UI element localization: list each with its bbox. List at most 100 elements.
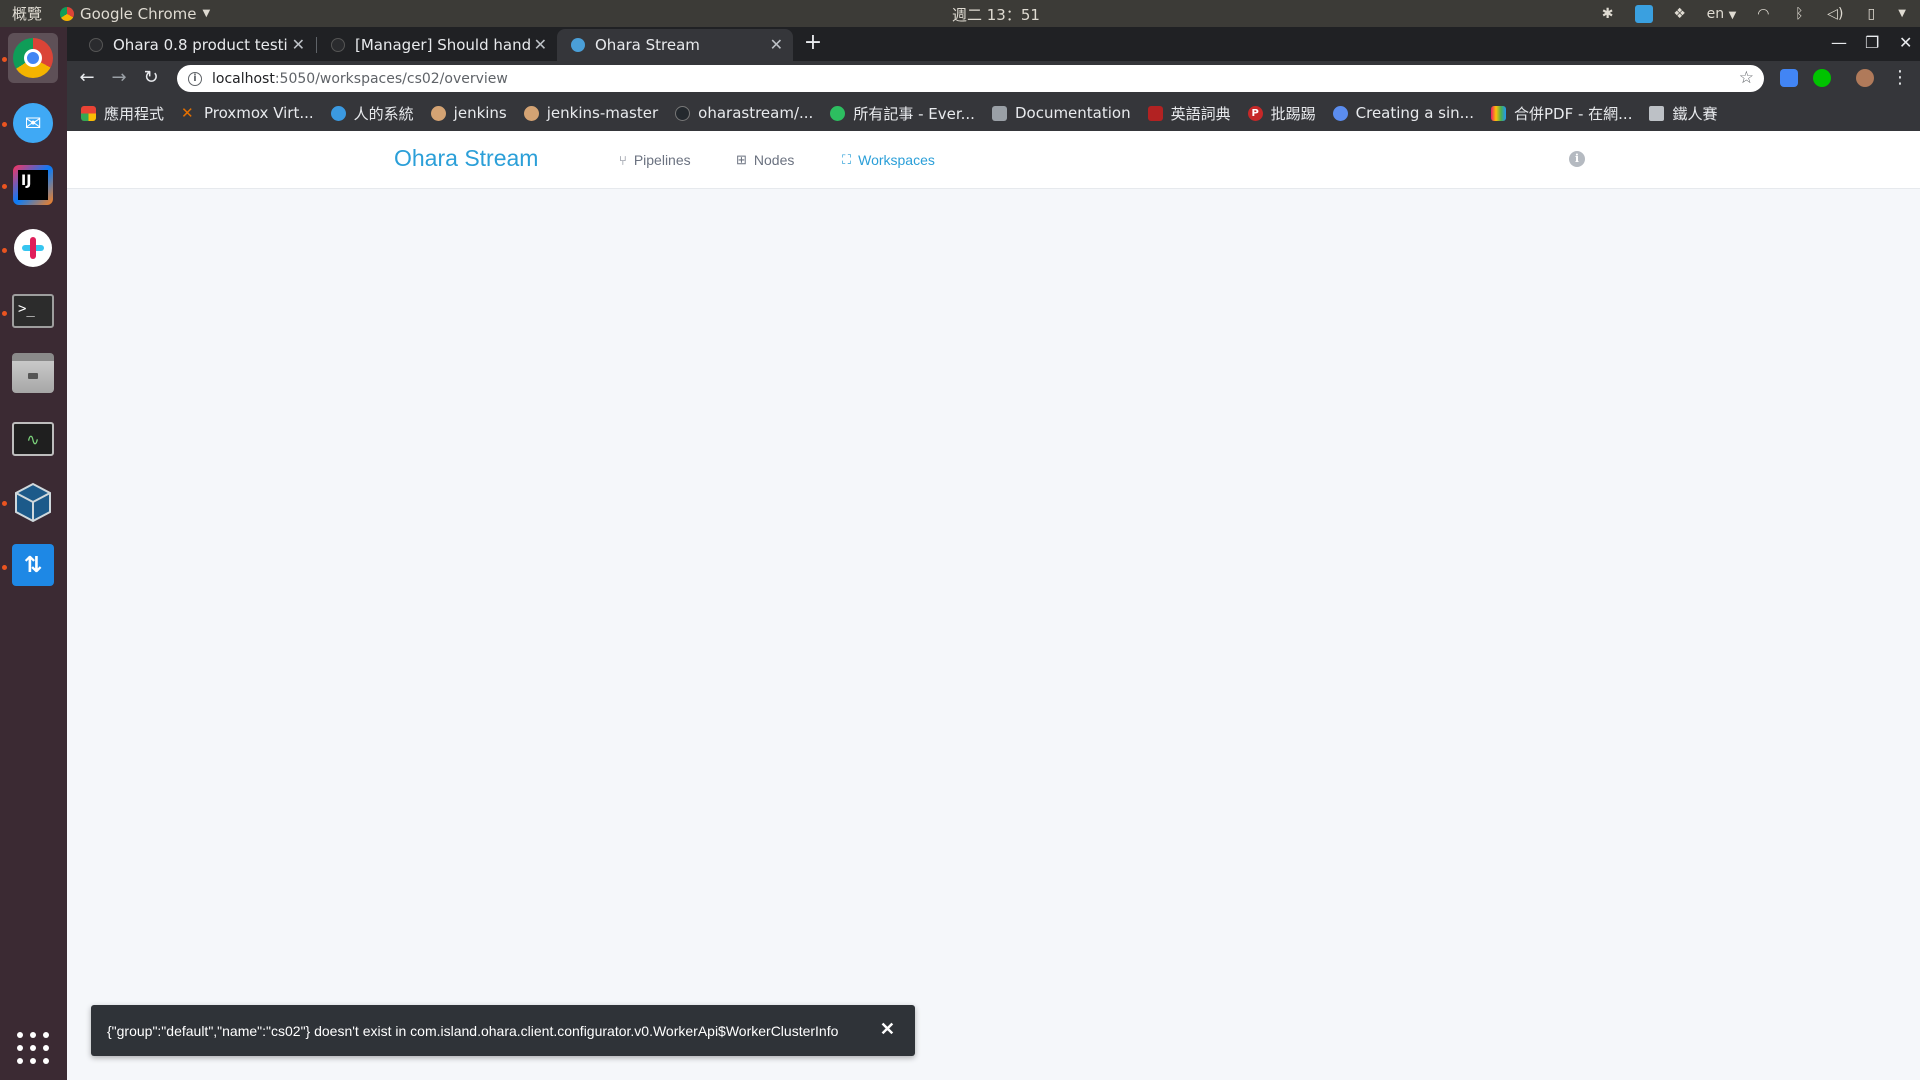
new-tab-button[interactable]: + (801, 32, 825, 56)
proxmox-icon: ✕ (181, 103, 194, 122)
info-icon[interactable]: i (1569, 151, 1585, 167)
mail-icon: ✉ (13, 103, 53, 143)
git-branch-icon: ⑂ (619, 152, 627, 168)
battery-icon[interactable]: ▯ (1862, 5, 1880, 23)
profile-avatar[interactable] (1856, 69, 1874, 87)
wifi-icon[interactable]: ◠ (1754, 5, 1772, 23)
slack-tray-icon[interactable]: ✱ (1599, 5, 1617, 23)
launcher-files[interactable] (8, 348, 58, 398)
running-indicator (2, 501, 7, 506)
line-extension-icon[interactable] (1813, 69, 1831, 87)
launcher-system-monitor[interactable]: ∿ (8, 414, 58, 464)
bookmark-jenkins-master[interactable]: jenkins-master (523, 104, 658, 122)
language-indicator[interactable]: en ▼ (1707, 6, 1737, 22)
more-menu-icon[interactable]: ⋮ (1890, 68, 1910, 88)
chevron-down-icon: ▼ (202, 8, 211, 19)
system-tray: ✱ ❖ en ▼ ◠ ᛒ ◁) ▯ ▼ (1599, 0, 1906, 27)
close-icon[interactable]: ✕ (770, 35, 783, 54)
volume-icon[interactable]: ◁) (1826, 5, 1844, 23)
show-applications-button[interactable] (17, 1032, 49, 1064)
intellij-icon: IJ (13, 165, 53, 205)
bookmark-hr-system[interactable]: 人的系統 (330, 103, 414, 124)
github-icon (89, 38, 103, 52)
folder-icon (1649, 105, 1665, 121)
reload-button[interactable]: ↻ (141, 68, 161, 88)
ptt-icon: P (1247, 105, 1263, 121)
bookmark-ironman[interactable]: 鐵人賽 (1649, 103, 1717, 124)
close-window-icon[interactable]: ✕ (1899, 33, 1912, 52)
dropbox-tray-icon[interactable]: ❖ (1671, 5, 1689, 23)
system-monitor-icon: ∿ (12, 422, 54, 456)
launcher-chrome[interactable] (8, 33, 58, 83)
virtualbox-icon (14, 482, 52, 523)
browser-tab-strip: Ohara 0.8 product testing ✕ [Manager] Sh… (67, 27, 1920, 61)
bookmark-apps[interactable]: 應用程式 (81, 103, 164, 124)
close-icon[interactable]: ✕ (292, 35, 305, 54)
chevron-down-icon[interactable]: ▼ (1898, 8, 1906, 19)
dictionary-icon (1147, 105, 1163, 121)
bluetooth-icon[interactable]: ᛒ (1790, 5, 1808, 23)
forward-button[interactable]: → (109, 68, 129, 88)
translate-extension-icon[interactable] (1780, 69, 1798, 87)
bookmark-oharastream[interactable]: oharastream/... (675, 104, 813, 122)
slack-icon (14, 229, 52, 267)
site-info-icon[interactable]: i (188, 71, 202, 86)
launcher-virtualbox[interactable] (8, 477, 58, 527)
sitemap-icon: ⊞ (736, 152, 747, 167)
brand-logo[interactable]: Ohara Stream (394, 145, 538, 172)
launcher-mail[interactable]: ✉ (8, 98, 58, 148)
pdf-icon (1490, 105, 1506, 121)
helm-icon (1332, 105, 1348, 121)
nav-workspaces[interactable]: ⛶ Workspaces (842, 152, 935, 168)
app-menu-label: Google Chrome (80, 4, 197, 23)
github-icon (331, 38, 345, 52)
launcher-intellij[interactable]: IJ (8, 160, 58, 210)
running-indicator (2, 122, 7, 127)
nav-pipelines[interactable]: ⑂ Pipelines (619, 152, 691, 168)
bookmark-star-icon[interactable]: ☆ (1739, 68, 1754, 88)
running-indicator (2, 311, 7, 316)
close-icon[interactable]: ✕ (534, 35, 547, 54)
tab-ohara-product-testing[interactable]: Ohara 0.8 product testing ✕ (75, 29, 315, 61)
chrome-small-icon (60, 6, 74, 21)
running-indicator (2, 248, 7, 253)
launcher-transfer[interactable]: ⇅ (8, 540, 58, 590)
bookmark-jenkins[interactable]: jenkins (430, 104, 507, 122)
nav-nodes[interactable]: ⊞ Nodes (736, 152, 794, 168)
tab-manager-should-handle[interactable]: [Manager] Should handle ✕ (317, 29, 557, 61)
chevron-down-icon: ▼ (1728, 9, 1737, 21)
error-snackbar: {"group":"default","name":"cs02"} doesn'… (91, 1005, 915, 1056)
browser-toolbar: ← → ↻ i localhost:5050/workspaces/cs02/o… (67, 61, 1920, 95)
bookmark-dictionary[interactable]: 英語詞典 (1147, 103, 1231, 124)
launcher-slack[interactable] (8, 223, 58, 273)
clock[interactable]: 週二 13：51 (952, 4, 1040, 25)
ohara-favicon-icon (571, 38, 585, 52)
launcher-terminal[interactable]: >_ (8, 286, 58, 336)
close-icon[interactable]: ✕ (880, 1019, 895, 1040)
running-indicator (2, 565, 7, 570)
workspaces-icon: ⛶ (842, 152, 852, 167)
address-bar[interactable]: i localhost:5050/workspaces/cs02/overvie… (177, 65, 1764, 92)
back-button[interactable]: ← (77, 68, 97, 88)
bookmark-documentation[interactable]: Documentation (991, 104, 1131, 122)
restore-icon[interactable]: ❐ (1865, 33, 1879, 52)
bookmark-merge-pdf[interactable]: 合併PDF - 在網... (1490, 103, 1632, 124)
terminal-icon: >_ (12, 294, 54, 328)
bookmark-creating[interactable]: Creating a sin... (1332, 104, 1474, 122)
snackbar-message: {"group":"default","name":"cs02"} doesn'… (107, 1022, 839, 1039)
bookmark-evernote[interactable]: 所有記事 - Ever... (830, 103, 975, 124)
app-menu[interactable]: Google Chrome ▼ (60, 5, 210, 23)
tab-ohara-stream[interactable]: Ohara Stream ✕ (557, 29, 793, 61)
app-navbar: Ohara Stream ⑂ Pipelines ⊞ Nodes ⛶ Works… (67, 131, 1920, 189)
bookmark-proxmox[interactable]: ✕ Proxmox Virt... (181, 104, 314, 122)
github-icon (675, 105, 691, 121)
files-icon (12, 353, 54, 393)
bookmark-ptt[interactable]: P 批踢踢 (1247, 103, 1316, 124)
activities-button[interactable]: 概覽 (0, 3, 60, 24)
hr-system-icon (330, 105, 346, 121)
jenkins-icon (523, 105, 539, 121)
minimize-icon[interactable]: — (1831, 33, 1847, 52)
evernote-icon (830, 105, 846, 121)
chrome-icon (13, 38, 53, 78)
indicator-tray-icon[interactable] (1634, 4, 1653, 23)
